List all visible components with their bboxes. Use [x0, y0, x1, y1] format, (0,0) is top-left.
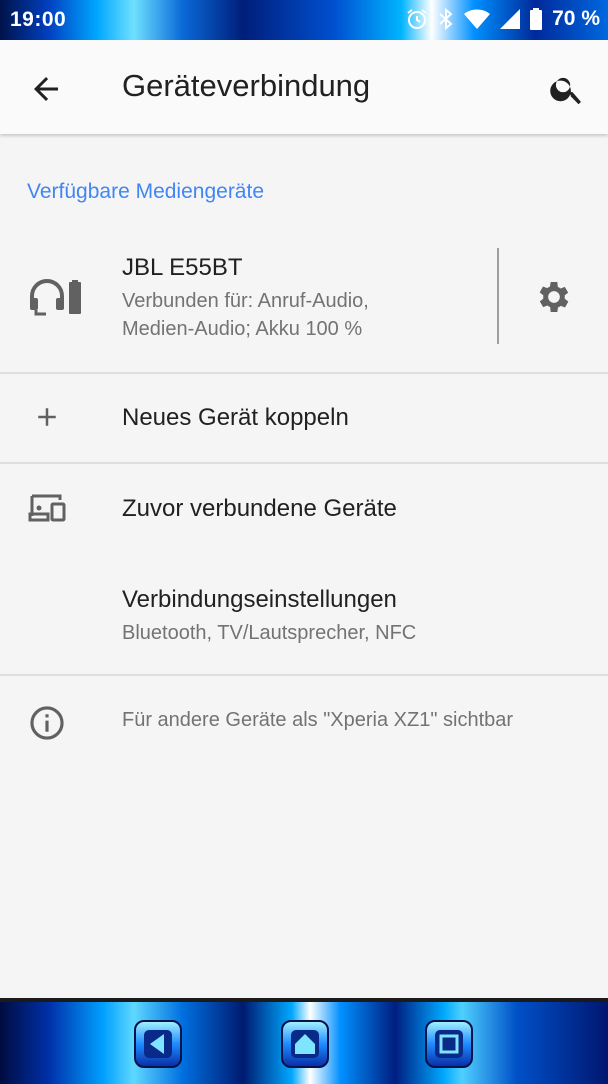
connection-settings-row[interactable]: Verbindungseinstellungen Bluetooth, TV/L…: [0, 560, 608, 672]
clock: 19:00: [10, 8, 67, 31]
info-icon: [30, 706, 64, 740]
home-shape-icon: [291, 1030, 319, 1058]
vertical-separator: [497, 248, 499, 344]
headset-battery-icon: [30, 279, 81, 316]
pair-new-device-row[interactable]: Neues Gerät koppeln: [0, 374, 608, 462]
back-nav-icon[interactable]: [134, 1020, 182, 1068]
battery-percent: 70 %: [552, 7, 600, 30]
battery-icon: [530, 8, 543, 30]
pair-new-device-label: Neues Gerät koppeln: [122, 404, 349, 431]
plus-icon: [38, 408, 56, 426]
arrow-back-icon[interactable]: [28, 71, 64, 107]
device-row-jbl[interactable]: JBL E55BT Verbunden für: Anruf-Audio, Me…: [0, 232, 608, 372]
previously-connected-label: Zuvor verbundene Geräte: [122, 495, 397, 522]
connection-settings-sub: Bluetooth, TV/Lautsprecher, NFC: [122, 622, 417, 644]
search-icon[interactable]: [548, 70, 586, 108]
bluetooth-icon: [439, 7, 453, 31]
device-status-line1: Verbunden für: Anruf-Audio,: [122, 290, 369, 312]
section-header-available-media: Verfügbare Mediengeräte: [27, 180, 264, 203]
visibility-info-text: Für andere Geräte als "Xperia XZ1" sicht…: [122, 709, 514, 731]
recents-nav-icon[interactable]: [425, 1020, 473, 1068]
gear-icon[interactable]: [534, 277, 574, 317]
connection-settings-label: Verbindungseinstellungen: [122, 586, 397, 613]
recents-square-icon: [435, 1030, 463, 1058]
devices-icon: [28, 494, 66, 522]
signal-icon: [500, 9, 521, 29]
status-bar: 19:00 70 %: [0, 0, 608, 40]
navigation-bar: [0, 998, 608, 1084]
device-name: JBL E55BT: [122, 254, 243, 281]
wifi-icon: [464, 9, 491, 29]
device-status-line2: Medien-Audio; Akku 100 %: [122, 318, 363, 340]
status-icons: 70 %: [405, 7, 600, 31]
app-bar: Geräteverbindung: [0, 40, 608, 134]
previously-connected-row[interactable]: Zuvor verbundene Geräte: [0, 464, 608, 554]
alarm-icon: [407, 9, 427, 29]
back-triangle-icon: [144, 1030, 172, 1058]
page-title: Geräteverbindung: [122, 68, 371, 103]
visibility-info-row: Für andere Geräte als "Xperia XZ1" sicht…: [0, 676, 608, 766]
home-nav-icon[interactable]: [281, 1020, 329, 1068]
